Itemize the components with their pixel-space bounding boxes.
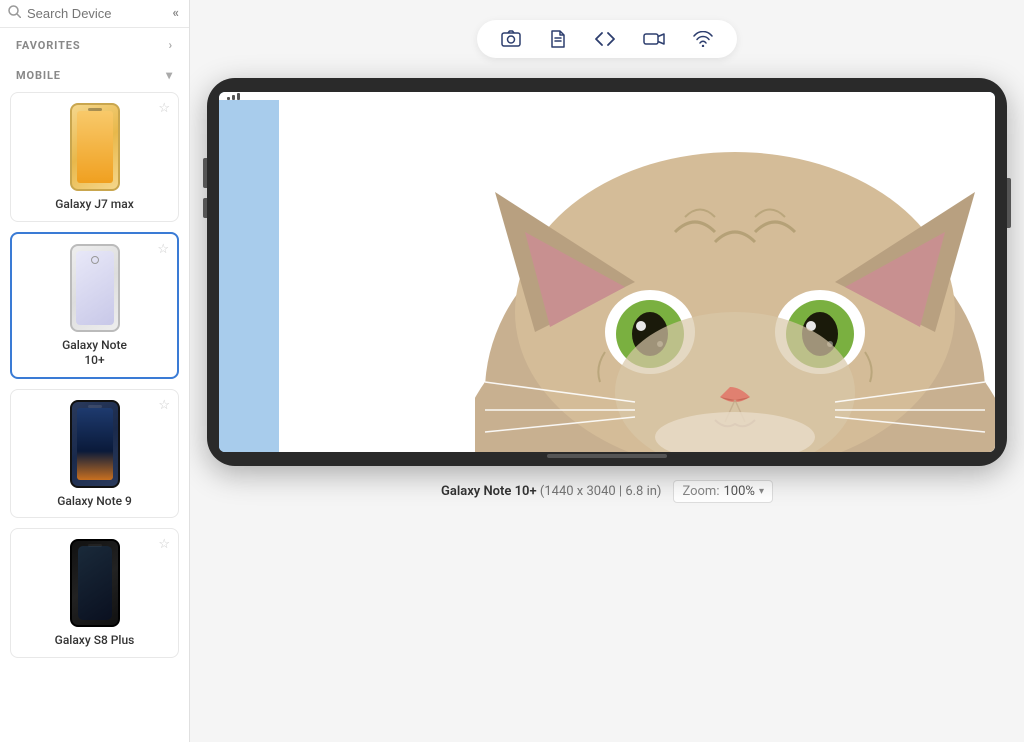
- network-button[interactable]: [689, 29, 717, 49]
- code-button[interactable]: [591, 30, 619, 48]
- main-content: Galaxy Note 10+ (1440 x 3040 | 6.8 in) Z…: [190, 0, 1024, 742]
- screenshot-button[interactable]: [497, 28, 525, 50]
- sidebar: « FAVORITES › MOBILE ▾ ☆ Galaxy J7 max ☆: [0, 0, 190, 742]
- power-button: [1007, 178, 1011, 228]
- zoom-selector[interactable]: Zoom: 100% ▾: [673, 480, 773, 503]
- favorites-label: FAVORITES: [16, 39, 81, 52]
- zoom-value: 100%: [724, 484, 755, 499]
- volume-up-button: [203, 158, 207, 188]
- device-info-bar: Galaxy Note 10+ (1440 x 3040 | 6.8 in) Z…: [441, 480, 773, 503]
- collapse-sidebar-button[interactable]: «: [171, 6, 182, 21]
- browser-content: [219, 92, 995, 452]
- device-card-galaxy-note-9[interactable]: ☆ Galaxy Note 9: [10, 389, 179, 519]
- device-image: [70, 539, 120, 627]
- toolbar: [477, 20, 737, 58]
- active-device-name: Galaxy Note 10+: [441, 484, 537, 499]
- volume-down-button: [203, 198, 207, 218]
- cat-image: [475, 152, 995, 452]
- device-screen: [219, 92, 995, 452]
- device-frame-container: [207, 78, 1007, 466]
- mobile-chevron-icon: ▾: [166, 68, 173, 82]
- device-card-galaxy-s8-plus[interactable]: ☆ Galaxy S8 Plus: [10, 528, 179, 658]
- mobile-section-header[interactable]: MOBILE ▾: [0, 58, 189, 88]
- favorites-chevron-icon: ›: [168, 38, 173, 52]
- device-image: [70, 244, 120, 332]
- zoom-chevron-icon: ▾: [759, 486, 764, 497]
- device-info-text: Galaxy Note 10+ (1440 x 3040 | 6.8 in): [441, 484, 661, 499]
- record-button[interactable]: [639, 30, 669, 48]
- star-icon[interactable]: ☆: [158, 398, 170, 413]
- zoom-label: Zoom:: [682, 484, 719, 499]
- favorites-section-header[interactable]: FAVORITES ›: [0, 28, 189, 58]
- search-icon: [8, 5, 21, 22]
- device-card-galaxy-note-10-plus[interactable]: ☆ Galaxy Note10+: [10, 232, 179, 379]
- device-name: Galaxy Note 9: [57, 494, 132, 510]
- device-image: [70, 103, 120, 191]
- search-input[interactable]: [27, 6, 157, 21]
- search-bar: «: [0, 0, 189, 28]
- devices-list: ☆ Galaxy J7 max ☆ Galaxy Note10+ ☆: [0, 88, 189, 742]
- home-indicator: [547, 454, 667, 458]
- mobile-label: MOBILE: [16, 69, 61, 82]
- device-image: [70, 400, 120, 488]
- star-icon[interactable]: ☆: [157, 242, 169, 257]
- device-resolution: (1440 x 3040 | 6.8 in): [540, 484, 662, 499]
- device-name: Galaxy Note10+: [62, 338, 127, 369]
- star-icon[interactable]: ☆: [158, 537, 170, 552]
- device-card-galaxy-j7-max[interactable]: ☆ Galaxy J7 max: [10, 92, 179, 222]
- device-name: Galaxy J7 max: [55, 197, 134, 213]
- inspect-button[interactable]: [545, 28, 571, 50]
- device-name: Galaxy S8 Plus: [55, 633, 135, 649]
- device-frame: [207, 78, 1007, 466]
- star-icon[interactable]: ☆: [158, 101, 170, 116]
